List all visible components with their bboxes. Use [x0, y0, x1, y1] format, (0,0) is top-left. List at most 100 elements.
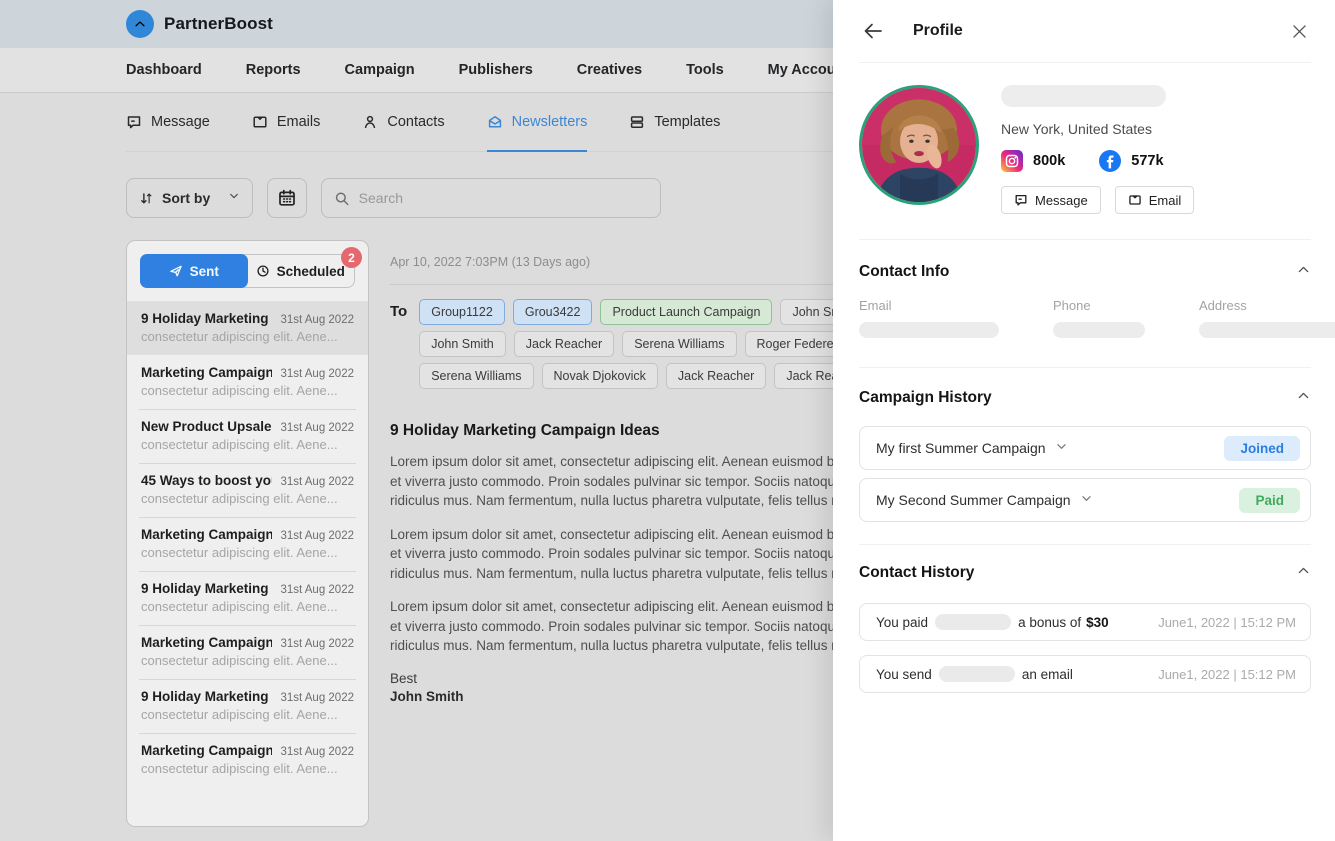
recipient-tag[interactable]: Jack Reacher — [514, 331, 614, 357]
facebook-followers: 577k — [1131, 153, 1163, 169]
item-title: 9 Holiday Marketing ... — [141, 311, 272, 326]
chevron-down-icon — [1080, 492, 1093, 508]
phone-value-skeleton — [1053, 322, 1145, 338]
send-icon — [169, 264, 183, 278]
calendar-button[interactable] — [267, 178, 307, 218]
chevron-down-icon — [228, 189, 240, 207]
sort-by-label: Sort by — [162, 190, 210, 206]
item-date: 31st Aug 2022 — [280, 314, 354, 326]
item-date: 31st Aug 2022 — [280, 692, 354, 704]
list-item[interactable]: 9 Holiday Marketing ... 31st Aug 2022 con… — [127, 301, 368, 355]
list-item[interactable]: Marketing Campaign...31st Aug 2022 conse… — [127, 733, 368, 787]
item-title: Marketing Campaign... — [141, 527, 272, 542]
envelope-icon — [1128, 193, 1142, 207]
back-button[interactable] — [859, 17, 887, 45]
scheduled-toggle-button[interactable]: Scheduled — [247, 255, 355, 287]
nav-item-campaign[interactable]: Campaign — [345, 62, 415, 78]
campaign-history-heading: Campaign History — [859, 389, 992, 407]
status-badge: Paid — [1239, 488, 1300, 513]
list-item[interactable]: 9 Holiday Marketing ...31st Aug 2022 con… — [127, 679, 368, 733]
collapse-campaign-history[interactable] — [1296, 388, 1311, 408]
item-title: 45 Ways to boost your... — [141, 473, 272, 488]
list-item[interactable]: 9 Holiday Marketing ...31st Aug 2022 con… — [127, 571, 368, 625]
chat-icon — [1014, 193, 1028, 207]
brand-name: PartnerBoost — [164, 14, 273, 34]
recipient-tag[interactable]: Grou3422 — [513, 299, 593, 325]
item-preview: consectetur adipiscing elit. Aene... — [141, 545, 354, 560]
item-preview: consectetur adipiscing elit. Aene... — [141, 383, 354, 398]
profile-details: New York, United States 800k — [1001, 85, 1194, 214]
chevron-down-icon — [1055, 440, 1068, 456]
scheduled-count-badge: 2 — [341, 247, 362, 268]
email-button-label: Email — [1149, 193, 1182, 208]
profile-panel: Profile — [833, 0, 1335, 841]
campaign-dropdown[interactable]: My Second Summer Campaign — [876, 492, 1093, 508]
templates-icon — [629, 114, 645, 130]
search-icon — [334, 190, 350, 207]
message-button[interactable]: Message — [1001, 186, 1101, 214]
item-title: 9 Holiday Marketing ... — [141, 581, 272, 596]
instagram-stat[interactable]: 800k — [1001, 150, 1065, 172]
recipient-tag[interactable]: Group1122 — [419, 299, 505, 325]
message-icon — [126, 114, 142, 130]
phone-field-label: Phone — [1053, 298, 1145, 313]
tab-message[interactable]: Message — [126, 93, 210, 151]
item-title: Marketing Campaign... — [141, 743, 272, 758]
recipient-tag[interactable]: Serena Williams — [419, 363, 533, 389]
history-text: an email — [1022, 667, 1073, 682]
brand-logo[interactable] — [126, 10, 154, 38]
recipient-tag[interactable]: Product Launch Campaign — [600, 299, 772, 325]
profile-panel-header: Profile — [833, 0, 1335, 62]
recipient-tag[interactable]: Serena Williams — [622, 331, 736, 357]
list-item[interactable]: Marketing Campaign... 31st Aug 2022 conse… — [127, 517, 368, 571]
history-text: a bonus of — [1018, 615, 1081, 630]
tab-newsletters[interactable]: Newsletters — [487, 93, 588, 151]
list-item[interactable]: New Product Upsale 31st Aug 2022 consecte… — [127, 409, 368, 463]
emails-icon — [252, 114, 268, 130]
facebook-stat[interactable]: 577k — [1099, 150, 1163, 172]
list-item[interactable]: 45 Ways to boost your...31st Aug 2022 co… — [127, 463, 368, 517]
history-prefix: You send — [876, 667, 932, 682]
sent-scheduled-toggle-wrap: Sent Scheduled 2 — [127, 241, 368, 301]
back-arrow-icon — [861, 19, 885, 43]
newsletter-items: 9 Holiday Marketing ... 31st Aug 2022 con… — [127, 301, 368, 787]
recipient-tag[interactable]: John Smith — [419, 331, 506, 357]
tab-contacts[interactable]: Contacts — [362, 93, 444, 151]
email-field-label: Email — [859, 298, 999, 313]
item-preview: consectetur adipiscing elit. Aene... — [141, 329, 354, 344]
history-row: You paid a bonus of $30 June1, 2022 | 15… — [859, 603, 1311, 641]
nav-item-dashboard[interactable]: Dashboard — [126, 62, 202, 78]
item-preview: consectetur adipiscing elit. Aene... — [141, 707, 354, 722]
item-date: 31st Aug 2022 — [280, 422, 354, 434]
clock-icon — [256, 264, 270, 278]
avatar-illustration — [862, 88, 976, 202]
list-item[interactable]: Marketing Campaign...31st Aug 2022 conse… — [127, 355, 368, 409]
panel-title: Profile — [913, 22, 963, 40]
recipient-tag[interactable]: Novak Djokovick — [542, 363, 658, 389]
contact-history-section: Contact History You paid a bonus of $30 … — [833, 545, 1335, 693]
nav-item-reports[interactable]: Reports — [246, 62, 301, 78]
nav-item-publishers[interactable]: Publishers — [459, 62, 533, 78]
campaign-dropdown[interactable]: My first Summer Campaign — [876, 440, 1068, 456]
collapse-contact-history[interactable] — [1296, 563, 1311, 583]
nav-item-creatives[interactable]: Creatives — [577, 62, 642, 78]
collapse-contact-info[interactable] — [1296, 262, 1311, 282]
list-item[interactable]: Marketing Campaign...31st Aug 2022 conse… — [127, 625, 368, 679]
email-button[interactable]: Email — [1115, 186, 1195, 214]
item-preview: consectetur adipiscing elit. Aene... — [141, 437, 354, 452]
search-input[interactable] — [359, 190, 648, 206]
contact-info-heading: Contact Info — [859, 263, 949, 281]
sent-toggle-button[interactable]: Sent — [140, 254, 248, 288]
item-title: New Product Upsale — [141, 419, 272, 434]
tab-emails[interactable]: Emails — [252, 93, 321, 151]
item-date: 31st Aug 2022 — [280, 530, 354, 542]
name-skeleton — [935, 614, 1011, 630]
tab-templates[interactable]: Templates — [629, 93, 720, 151]
sort-by-dropdown[interactable]: Sort by — [126, 178, 253, 218]
recipient-tag[interactable]: Jack Reacher — [666, 363, 766, 389]
close-button[interactable] — [1288, 20, 1311, 43]
nav-item-tools[interactable]: Tools — [686, 62, 724, 78]
history-timestamp: June1, 2022 | 15:12 PM — [1158, 615, 1296, 630]
sort-icon — [139, 191, 154, 206]
campaign-row: My Second Summer Campaign Paid — [859, 478, 1311, 522]
